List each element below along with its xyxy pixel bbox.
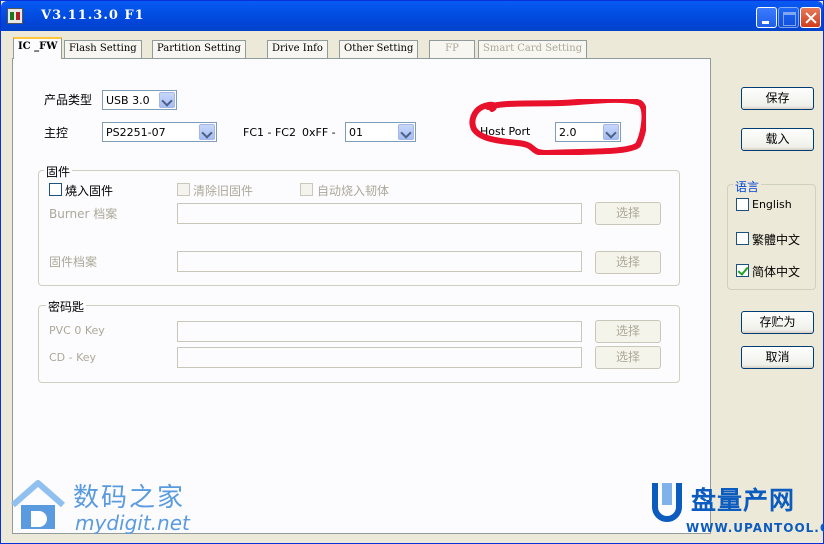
controller-label: 主控 — [44, 126, 69, 140]
title-bar[interactable]: V3.11.3.0 F1 — [1, 1, 823, 31]
maximize-button — [778, 7, 799, 28]
chevron-down-icon[interactable] — [398, 124, 414, 140]
clear-old-firmware-label: 清除旧固件 — [193, 184, 254, 198]
controller-select[interactable]: PS2251-07 — [102, 122, 217, 142]
chevron-down-icon[interactable] — [159, 92, 175, 108]
u-logo-icon — [652, 483, 682, 522]
app-icon[interactable] — [7, 8, 23, 24]
clear-old-firmware-checkbox — [177, 183, 190, 196]
window-title: V3.11.3.0 F1 — [41, 8, 145, 23]
minimize-button[interactable] — [756, 7, 777, 28]
product-type-value: USB 3.0 — [106, 94, 150, 107]
host-port-label: Host Port — [480, 125, 531, 138]
language-english-label: English — [752, 198, 792, 211]
cd-key-label: CD - Key — [49, 351, 97, 364]
keys-group — [38, 305, 680, 383]
save-as-button[interactable]: 存贮为 — [741, 311, 814, 334]
save-button[interactable]: 保存 — [741, 87, 814, 110]
burner-select-button: 选择 — [595, 202, 661, 225]
burner-file-field — [177, 203, 582, 224]
tab-ic-fw[interactable]: IC _FW — [13, 37, 63, 59]
language-traditional-chinese-checkbox[interactable] — [736, 232, 749, 245]
chevron-down-icon[interactable] — [603, 124, 619, 140]
close-button[interactable] — [800, 7, 821, 28]
app-window: V3.11.3.0 F1 IC _FW Flash Setting Partit… — [0, 0, 824, 544]
firmware-file-label: 固件档案 — [49, 255, 98, 269]
cd-key-select-button: 选择 — [595, 346, 661, 369]
product-type-label: 产品类型 — [44, 93, 93, 107]
watermark-left-url: mydigit.net — [75, 511, 190, 535]
cd-key-field — [177, 347, 582, 368]
pvc-key-field — [177, 321, 582, 342]
firmware-select-button: 选择 — [595, 251, 661, 274]
cancel-button[interactable]: 取消 — [741, 346, 814, 369]
auto-burn-checkbox — [300, 183, 313, 196]
keys-group-title: 密码匙 — [46, 298, 87, 315]
fc-prefix-label: 0xFF - — [302, 126, 336, 139]
controller-value: PS2251-07 — [106, 126, 166, 139]
product-type-select[interactable]: USB 3.0 — [102, 90, 177, 110]
burn-firmware-checkbox[interactable] — [49, 183, 62, 196]
tab-other-setting[interactable]: Other Setting — [339, 40, 419, 58]
firmware-file-field — [177, 251, 582, 272]
house-logo-icon — [11, 480, 65, 529]
load-button[interactable]: 载入 — [741, 128, 814, 151]
pvc-key-select-button: 选择 — [595, 320, 661, 343]
language-simplified-chinese-checkbox[interactable] — [736, 264, 749, 277]
language-simplified-chinese-label: 简体中文 — [752, 265, 801, 279]
watermark-right-url: WWW.UPANTOOL.COM — [686, 521, 824, 535]
fc-label: FC1 - FC2 — [243, 126, 296, 139]
host-port-select[interactable]: 2.0 — [555, 122, 621, 142]
fc-select[interactable]: 01 — [345, 122, 416, 142]
tab-smart-card-setting: Smart Card Setting — [478, 40, 588, 58]
host-port-value: 2.0 — [559, 126, 577, 139]
firmware-group-title: 固件 — [44, 163, 73, 180]
pvc-key-label: PVC 0 Key — [49, 324, 105, 337]
tab-fp: FP — [429, 40, 475, 58]
watermark-left-title: 数码之家 — [73, 483, 186, 513]
burner-file-label: Burner 档案 — [49, 207, 118, 221]
chevron-down-icon[interactable] — [199, 124, 215, 140]
burn-firmware-label: 燒入固件 — [65, 184, 114, 198]
language-traditional-chinese-label: 繁體中文 — [752, 233, 801, 247]
tab-flash-setting[interactable]: Flash Setting — [64, 40, 142, 58]
language-english-checkbox[interactable] — [736, 198, 749, 211]
watermark-right-title: 盘量产网 — [691, 486, 796, 515]
language-group-title: 语言 — [733, 178, 762, 195]
tab-partition-setting[interactable]: Partition Setting — [152, 40, 246, 58]
auto-burn-label: 自动烧入韧体 — [317, 184, 390, 198]
tab-drive-info[interactable]: Drive Info — [267, 40, 328, 58]
fc-value: 01 — [349, 126, 363, 139]
